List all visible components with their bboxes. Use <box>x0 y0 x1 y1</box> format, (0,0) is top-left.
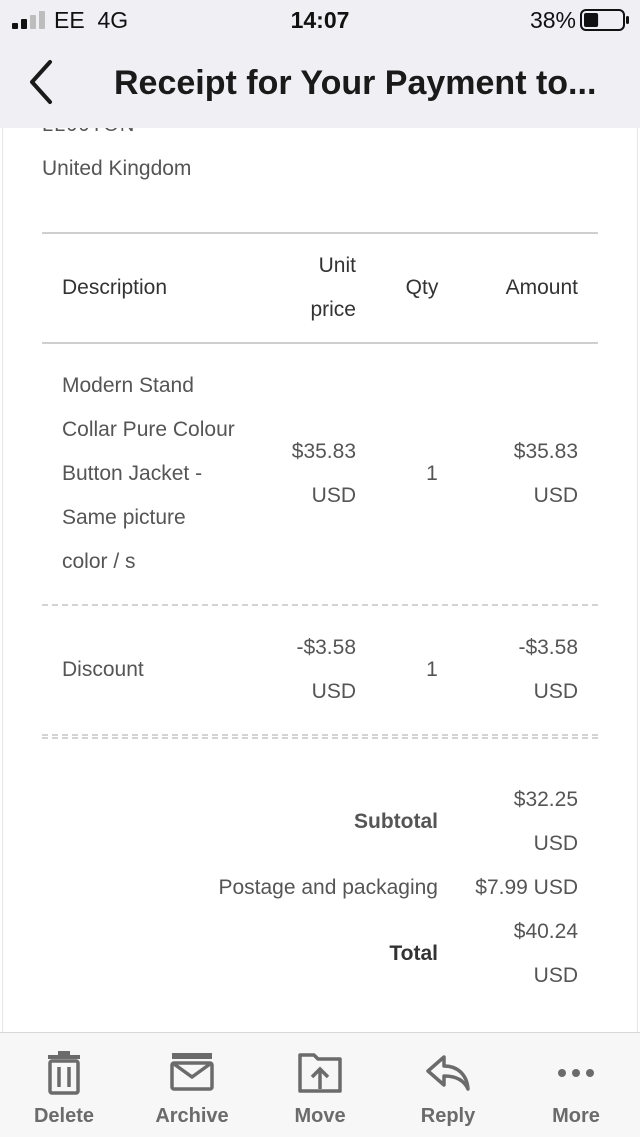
archive-label: Archive <box>155 1105 229 1127</box>
item-description-line: Button Jacket - <box>62 462 203 485</box>
archive-icon <box>170 1053 214 1091</box>
subtotal-currency: USD <box>533 832 578 855</box>
bottom-toolbar: Delete Archive Move Reply More <box>0 1032 640 1137</box>
page-title: Receipt for Your Payment to... <box>114 64 597 102</box>
header-amount: Amount <box>505 276 578 299</box>
postage-value: $7.99 USD <box>475 876 578 899</box>
header-unit-price-line1: Unit <box>318 254 356 277</box>
postage-label: Postage and packaging <box>218 876 438 899</box>
header-unit-price-line2: price <box>310 298 356 321</box>
address-partial-line: LL00TON <box>42 128 135 137</box>
reply-icon <box>426 1055 470 1091</box>
item-description-line: Modern Stand <box>62 374 194 397</box>
more-button[interactable]: More <box>512 1033 640 1137</box>
discount-unit-price-currency: USD <box>311 680 356 703</box>
total-value: $40.24 <box>513 920 578 943</box>
item-unit-price: $35.83 <box>291 440 356 463</box>
subtotal-label: Subtotal <box>354 810 438 833</box>
row-divider <box>42 604 598 606</box>
total-label: Total <box>389 942 438 965</box>
item-unit-price-currency: USD <box>311 484 356 507</box>
header-qty: Qty <box>405 276 439 299</box>
item-description-line: color / s <box>62 550 136 573</box>
chevron-left-icon[interactable] <box>24 58 60 106</box>
battery-percentage: 38% <box>529 7 576 33</box>
battery-icon <box>580 9 629 31</box>
address-country: United Kingdom <box>42 157 192 180</box>
total-currency: USD <box>533 964 578 987</box>
status-bar: EE 4G 14:07 38% <box>0 0 640 40</box>
more-icon <box>558 1069 594 1077</box>
delete-button[interactable]: Delete <box>0 1033 128 1137</box>
reply-label: Reply <box>420 1105 476 1127</box>
delete-label: Delete <box>33 1105 95 1127</box>
discount-unit-price: -$3.58 <box>296 636 356 659</box>
email-body[interactable]: LL00TON United Kingdom Description Unit … <box>0 128 640 1032</box>
item-description-line: Collar Pure Colour <box>62 418 235 441</box>
item-amount: $35.83 <box>513 440 578 463</box>
table-header-divider <box>42 342 598 344</box>
row-divider <box>42 737 598 739</box>
subtotal-value: $32.25 <box>513 788 578 811</box>
row-divider <box>42 734 598 736</box>
discount-description: Discount <box>62 658 144 681</box>
trash-icon <box>48 1051 80 1095</box>
discount-amount: -$3.58 <box>518 636 578 659</box>
table-top-divider <box>42 232 598 234</box>
item-amount-currency: USD <box>533 484 578 507</box>
discount-amount-currency: USD <box>533 680 578 703</box>
item-description-line: Same picture <box>62 506 186 529</box>
more-label: More <box>552 1105 600 1127</box>
item-qty: 1 <box>426 462 438 485</box>
navigation-header: Receipt for Your Payment to... <box>0 40 640 128</box>
move-folder-icon <box>298 1053 342 1093</box>
archive-button[interactable]: Archive <box>128 1033 256 1137</box>
header-description: Description <box>62 276 168 299</box>
move-button[interactable]: Move <box>256 1033 384 1137</box>
reply-button[interactable]: Reply <box>384 1033 512 1137</box>
move-label: Move <box>294 1105 346 1127</box>
discount-qty: 1 <box>426 658 438 681</box>
